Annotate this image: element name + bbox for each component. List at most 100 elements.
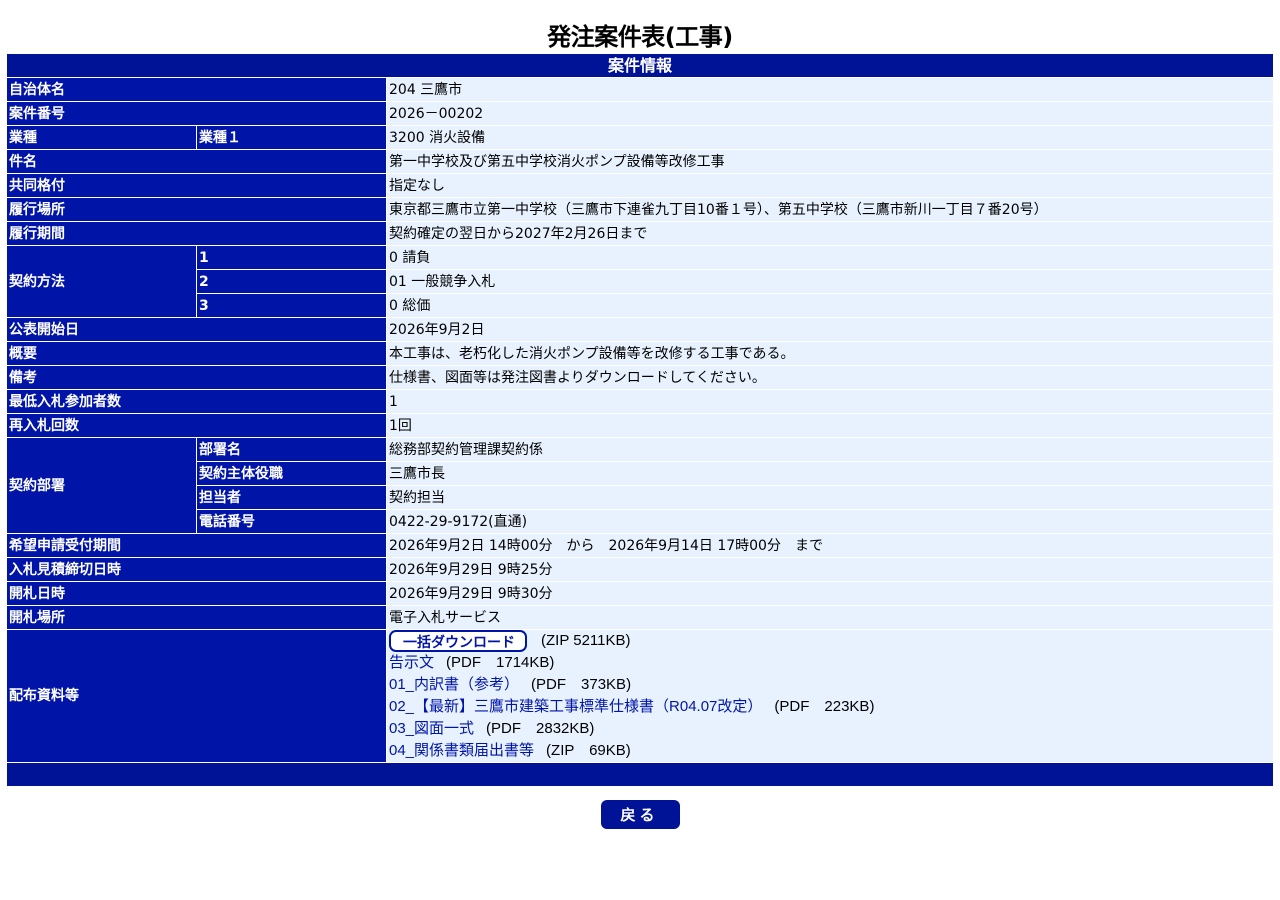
table-row: 概要 本工事は、老朽化した消火ポンプ設備等を改修する工事である。 bbox=[7, 342, 1273, 366]
bid-deadline-label: 入札見積締切日時 bbox=[7, 558, 387, 582]
file-link[interactable]: 04_関係書類届出書等 bbox=[389, 742, 534, 759]
table-row: 3 0 総価 bbox=[7, 294, 1273, 318]
contract-dept-value: 0422-29-9172(直通) bbox=[387, 510, 1273, 534]
contract-dept-sub-label: 部署名 bbox=[197, 438, 387, 462]
section-header: 案件情報 bbox=[7, 54, 1273, 78]
industry-label: 業種 bbox=[7, 126, 197, 150]
file-link[interactable]: 02_【最新】三鷹市建築工事標準仕様書（R04.07改定） bbox=[389, 698, 762, 715]
bulk-download-button[interactable]: 一括ダウンロード bbox=[389, 630, 527, 653]
contract-method-value: 0 請負 bbox=[387, 246, 1273, 270]
application-period-value: 2026年9月2日 14時00分 から 2026年9月14日 17時00分 まで bbox=[387, 534, 1273, 558]
file-meta: (PDF 2832KB) bbox=[486, 720, 595, 738]
municipality-label: 自治体名 bbox=[7, 78, 387, 102]
table-row: 担当者 契約担当 bbox=[7, 486, 1273, 510]
footer-bar bbox=[7, 763, 1273, 787]
min-bidders-value: 1 bbox=[387, 390, 1273, 414]
table-row: 開札日時 2026年9月29日 9時30分 bbox=[7, 582, 1273, 606]
contract-method-sub-label: 3 bbox=[197, 294, 387, 318]
opening-datetime-label: 開札日時 bbox=[7, 582, 387, 606]
table-row: 共同格付 指定なし bbox=[7, 174, 1273, 198]
subject-value: 第一中学校及び第五中学校消火ポンプ設備等改修工事 bbox=[387, 150, 1273, 174]
file-link[interactable]: 03_図面一式 bbox=[389, 720, 474, 737]
table-row: 再入札回数 1回 bbox=[7, 414, 1273, 438]
contract-method-value: 01 一般競争入札 bbox=[387, 270, 1273, 294]
table-row: 契約主体役職 三鷹市長 bbox=[7, 462, 1273, 486]
joint-rating-label: 共同格付 bbox=[7, 174, 387, 198]
contract-method-sub-label: 2 bbox=[197, 270, 387, 294]
file-item: 告示文 (PDF 1714KB) bbox=[389, 652, 1271, 674]
opening-place-label: 開札場所 bbox=[7, 606, 387, 630]
file-link[interactable]: 告示文 bbox=[389, 654, 434, 671]
table-row: 契約方法 1 0 請負 bbox=[7, 246, 1273, 318]
contract-method-sub-label: 1 bbox=[197, 246, 387, 270]
remarks-label: 備考 bbox=[7, 366, 387, 390]
opening-place-value: 電子入札サービス bbox=[387, 606, 1273, 630]
footer-bar-cell bbox=[7, 763, 1273, 787]
location-label: 履行場所 bbox=[7, 198, 387, 222]
file-item: 02_【最新】三鷹市建築工事標準仕様書（R04.07改定） (PDF 223KB) bbox=[389, 696, 1271, 718]
municipality-value: 204 三鷹市 bbox=[387, 78, 1273, 102]
period-value: 契約確定の翌日から2027年2月26日まで bbox=[387, 222, 1273, 246]
industry-value: 3200 消火設備 bbox=[387, 126, 1273, 150]
publish-date-value: 2026年9月2日 bbox=[387, 318, 1273, 342]
rebid-count-value: 1回 bbox=[387, 414, 1273, 438]
table-row: 備考 仕様書、図面等は発注図書よりダウンロードしてください。 bbox=[7, 366, 1273, 390]
table-row: 履行場所 東京都三鷹市立第一中学校（三鷹市下連雀九丁目10番１号）、第五中学校（… bbox=[7, 198, 1273, 222]
table-row: 入札見積締切日時 2026年9月29日 9時25分 bbox=[7, 558, 1273, 582]
table-row: 契約部署 部署名 総務部契約管理課契約係 bbox=[7, 438, 1273, 534]
file-item: 01_内訳書（参考） (PDF 373KB) bbox=[389, 674, 1271, 696]
contract-dept-value: 契約担当 bbox=[387, 486, 1273, 510]
contract-dept-sub-label: 契約主体役職 bbox=[197, 462, 387, 486]
back-button[interactable]: 戻る bbox=[601, 800, 680, 829]
table-row: 希望申請受付期間 2026年9月2日 14時00分 から 2026年9月14日 … bbox=[7, 534, 1273, 558]
contract-dept-label: 契約部署 bbox=[7, 438, 197, 534]
table-row: 配布資料等 一括ダウンロード (ZIP 5211KB) 告示文 (PDF 1714K… bbox=[7, 630, 1273, 764]
location-value: 東京都三鷹市立第一中学校（三鷹市下連雀九丁目10番１号）、第五中学校（三鷹市新川… bbox=[387, 198, 1273, 222]
subject-label: 件名 bbox=[7, 150, 387, 174]
contract-dept-value: 三鷹市長 bbox=[387, 462, 1273, 486]
contract-method-value: 0 総価 bbox=[387, 294, 1273, 318]
case-info-table: 案件情報 自治体名 204 三鷹市 案件番号 2026－00202 業種 業種１… bbox=[7, 54, 1273, 787]
application-period-label: 希望申請受付期間 bbox=[7, 534, 387, 558]
table-row: 2 01 一般競争入札 bbox=[7, 270, 1273, 294]
file-link[interactable]: 01_内訳書（参考） bbox=[389, 676, 519, 693]
contract-method-label: 契約方法 bbox=[7, 246, 197, 318]
table-row: 件名 第一中学校及び第五中学校消火ポンプ設備等改修工事 bbox=[7, 150, 1273, 174]
table-row: 最低入札参加者数 1 bbox=[7, 390, 1273, 414]
opening-datetime-value: 2026年9月29日 9時30分 bbox=[387, 582, 1273, 606]
bulk-download-line: 一括ダウンロード (ZIP 5211KB) bbox=[389, 630, 1271, 653]
file-meta: (PDF 373KB) bbox=[531, 676, 632, 694]
table-row: 業種 業種１ 3200 消火設備 bbox=[7, 126, 1273, 150]
joint-rating-value: 指定なし bbox=[387, 174, 1273, 198]
materials-list: 一括ダウンロード (ZIP 5211KB) 告示文 (PDF 1714KB) 01_… bbox=[387, 630, 1273, 764]
remarks-value: 仕様書、図面等は発注図書よりダウンロードしてください。 bbox=[387, 366, 1273, 390]
table-row: 電話番号 0422-29-9172(直通) bbox=[7, 510, 1273, 534]
file-meta: (PDF 223KB) bbox=[774, 698, 875, 716]
table-row: 開札場所 電子入札サービス bbox=[7, 606, 1273, 630]
section-header-row: 案件情報 bbox=[7, 54, 1273, 78]
contract-dept-sub-label: 電話番号 bbox=[197, 510, 387, 534]
file-item: 03_図面一式 (PDF 2832KB) bbox=[389, 718, 1271, 740]
contract-dept-sub-label: 担当者 bbox=[197, 486, 387, 510]
materials-label: 配布資料等 bbox=[7, 630, 387, 764]
bid-deadline-value: 2026年9月29日 9時25分 bbox=[387, 558, 1273, 582]
period-label: 履行期間 bbox=[7, 222, 387, 246]
case-number-label: 案件番号 bbox=[7, 102, 387, 126]
table-row: 案件番号 2026－00202 bbox=[7, 102, 1273, 126]
table-row: 履行期間 契約確定の翌日から2027年2月26日まで bbox=[7, 222, 1273, 246]
file-item: 04_関係書類届出書等 (ZIP 69KB) bbox=[389, 740, 1271, 762]
page-title: 発注案件表(工事) bbox=[547, 23, 733, 51]
summary-value: 本工事は、老朽化した消火ポンプ設備等を改修する工事である。 bbox=[387, 342, 1273, 366]
table-row: 公表開始日 2026年9月2日 bbox=[7, 318, 1273, 342]
summary-label: 概要 bbox=[7, 342, 387, 366]
file-meta: (ZIP 69KB) bbox=[546, 742, 631, 760]
bulk-download-size: (ZIP 5211KB) bbox=[541, 632, 631, 649]
case-number-value: 2026－00202 bbox=[387, 102, 1273, 126]
industry-sub-label: 業種１ bbox=[197, 126, 387, 150]
publish-date-label: 公表開始日 bbox=[7, 318, 387, 342]
file-meta: (PDF 1714KB) bbox=[446, 654, 555, 672]
rebid-count-label: 再入札回数 bbox=[7, 414, 387, 438]
min-bidders-label: 最低入札参加者数 bbox=[7, 390, 387, 414]
table-row: 自治体名 204 三鷹市 bbox=[7, 78, 1273, 102]
contract-dept-value: 総務部契約管理課契約係 bbox=[387, 438, 1273, 462]
